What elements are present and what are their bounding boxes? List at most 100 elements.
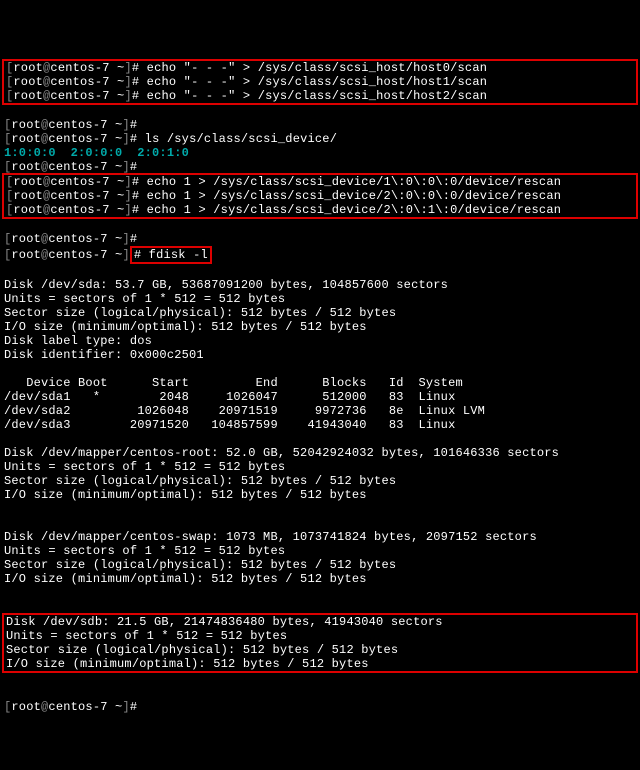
fdisk-sda-line-3: Sector size (logical/physical): 512 byte… [4, 306, 396, 320]
cmd-ls-scsi: ls /sys/class/scsi_device/ [145, 132, 337, 146]
fdisk-swap-line-1: Disk /dev/mapper/centos-swap: 1073 MB, 1… [4, 530, 537, 544]
prompt-hash: # [132, 203, 147, 217]
prompt-user: root [13, 189, 43, 203]
prompt-hash: # [130, 700, 145, 714]
prompt-line[interactable]: [root@centos-7 ~]# echo 1 > /sys/class/s… [6, 175, 561, 189]
fdisk-swap-line-3: Sector size (logical/physical): 512 byte… [4, 558, 396, 572]
prompt-path: ~ [108, 160, 123, 174]
prompt-user: root [11, 700, 41, 714]
prompt-path: ~ [110, 61, 125, 75]
fdisk-sda-line-6: Disk identifier: 0x000c2501 [4, 348, 204, 362]
prompt-path: ~ [110, 75, 125, 89]
prompt-host: centos-7 [48, 118, 107, 132]
prompt-host: centos-7 [50, 175, 109, 189]
prompt-line[interactable]: [root@centos-7 ~]# echo 1 > /sys/class/s… [6, 189, 561, 203]
prompt-host: centos-7 [48, 232, 107, 246]
prompt-hash: # [132, 61, 147, 75]
ls-scsi-output: 1:0:0:0 2:0:0:0 2:0:1:0 [4, 146, 189, 160]
fdisk-root-line-3: Sector size (logical/physical): 512 byte… [4, 474, 396, 488]
prompt-line[interactable]: [root@centos-7 ~]# echo "- - -" > /sys/c… [6, 89, 487, 103]
prompt-user: root [13, 61, 43, 75]
prompt-host: centos-7 [50, 189, 109, 203]
prompt-path: ~ [108, 132, 123, 146]
fdisk-swap-line-4: I/O size (minimum/optimal): 512 bytes / … [4, 572, 367, 586]
prompt-host: centos-7 [50, 89, 109, 103]
prompt-close-bracket: ] [124, 175, 131, 189]
prompt-user: root [13, 89, 43, 103]
prompt-line[interactable]: [root@centos-7 ~]# echo "- - -" > /sys/c… [6, 75, 487, 89]
fdisk-sdb-line-4: I/O size (minimum/optimal): 512 bytes / … [6, 657, 369, 671]
prompt-user: root [13, 75, 43, 89]
terminal-sdb-block: Disk /dev/sdb: 21.5 GB, 21474836480 byte… [2, 613, 638, 673]
prompt-close-bracket: ] [122, 132, 129, 146]
fdisk-sda-line-2: Units = sectors of 1 * 512 = 512 bytes [4, 292, 285, 306]
prompt-line[interactable]: [root@centos-7 ~]# [4, 160, 145, 174]
ptable-row-sda1: /dev/sda1 * 2048 1026047 512000 83 Linux [4, 390, 455, 404]
prompt-host: centos-7 [48, 700, 107, 714]
prompt-path: ~ [110, 189, 125, 203]
prompt-close-bracket: ] [122, 160, 129, 174]
prompt-host: centos-7 [50, 203, 109, 217]
prompt-line[interactable]: [root@centos-7 ~]# echo "- - -" > /sys/c… [6, 61, 487, 75]
prompt-hash: # [130, 160, 145, 174]
ptable-header: Device Boot Start End Blocks Id System [4, 376, 463, 390]
cmd-scan-host0: echo "- - -" > /sys/class/scsi_host/host… [147, 61, 487, 75]
prompt-line[interactable]: [root@centos-7 ~]# ls /sys/class/scsi_de… [4, 132, 337, 146]
prompt-close-bracket: ] [124, 89, 131, 103]
fdisk-root-line-2: Units = sectors of 1 * 512 = 512 bytes [4, 460, 285, 474]
prompt-path: ~ [108, 248, 123, 262]
prompt-hash: # [130, 232, 145, 246]
prompt-hash: # [130, 132, 145, 146]
prompt-close-bracket: ] [122, 700, 129, 714]
fdisk-swap-line-2: Units = sectors of 1 * 512 = 512 bytes [4, 544, 285, 558]
prompt-line[interactable]: [root@centos-7 ~]# [4, 700, 145, 714]
prompt-open-bracket: [ [4, 700, 11, 714]
fdisk-sda-line-4: I/O size (minimum/optimal): 512 bytes / … [4, 320, 367, 334]
prompt-close-bracket: ] [124, 203, 131, 217]
prompt-hash: # [134, 248, 149, 262]
terminal-rescan-block: [root@centos-7 ~]# echo 1 > /sys/class/s… [2, 173, 638, 219]
fdisk-sdb-line-1: Disk /dev/sdb: 21.5 GB, 21474836480 byte… [6, 615, 443, 629]
prompt-path: ~ [108, 232, 123, 246]
prompt-host: centos-7 [48, 132, 107, 146]
fdisk-sdb-line-3: Sector size (logical/physical): 512 byte… [6, 643, 398, 657]
prompt-hash: # [130, 118, 145, 132]
prompt-user: root [11, 160, 41, 174]
prompt-user: root [11, 232, 41, 246]
prompt-user: root [11, 248, 41, 262]
fdisk-root-line-4: I/O size (minimum/optimal): 512 bytes / … [4, 488, 367, 502]
prompt-at: @ [41, 700, 48, 714]
prompt-host: centos-7 [48, 160, 107, 174]
prompt-host: centos-7 [48, 248, 107, 262]
prompt-close-bracket: ] [124, 61, 131, 75]
cmd-rescan-1: echo 1 > /sys/class/scsi_device/1\:0\:0\… [147, 175, 561, 189]
prompt-close-bracket: ] [122, 248, 129, 262]
cmd-rescan-3: echo 1 > /sys/class/scsi_device/2\:0\:1\… [147, 203, 561, 217]
fdisk-sdb-line-2: Units = sectors of 1 * 512 = 512 bytes [6, 629, 287, 643]
prompt-path: ~ [108, 700, 123, 714]
fdisk-root-line-1: Disk /dev/mapper/centos-root: 52.0 GB, 5… [4, 446, 559, 460]
prompt-line[interactable]: [root@centos-7 ~]# fdisk -l [4, 248, 212, 262]
prompt-close-bracket: ] [122, 232, 129, 246]
prompt-hash: # [132, 175, 147, 189]
prompt-path: ~ [108, 118, 123, 132]
cmd-scan-host2: echo "- - -" > /sys/class/scsi_host/host… [147, 89, 487, 103]
prompt-path: ~ [110, 175, 125, 189]
prompt-host: centos-7 [50, 61, 109, 75]
prompt-close-bracket: ] [124, 189, 131, 203]
terminal-scan-block: [root@centos-7 ~]# echo "- - -" > /sys/c… [2, 59, 638, 105]
cmd-scan-host1: echo "- - -" > /sys/class/scsi_host/host… [147, 75, 487, 89]
prompt-path: ~ [110, 203, 125, 217]
prompt-line[interactable]: [root@centos-7 ~]# [4, 118, 145, 132]
prompt-user: root [11, 118, 41, 132]
cmd-rescan-2: echo 1 > /sys/class/scsi_device/2\:0\:0\… [147, 189, 561, 203]
prompt-line[interactable]: [root@centos-7 ~]# echo 1 > /sys/class/s… [6, 203, 561, 217]
prompt-hash: # [132, 89, 147, 103]
fdisk-sda-line-1: Disk /dev/sda: 53.7 GB, 53687091200 byte… [4, 278, 448, 292]
prompt-user: root [13, 203, 43, 217]
terminal-fdisk-block: # fdisk -l [130, 246, 212, 264]
prompt-hash: # [132, 75, 147, 89]
prompt-user: root [11, 132, 41, 146]
prompt-line[interactable]: [root@centos-7 ~]# [4, 232, 145, 246]
prompt-close-bracket: ] [124, 75, 131, 89]
